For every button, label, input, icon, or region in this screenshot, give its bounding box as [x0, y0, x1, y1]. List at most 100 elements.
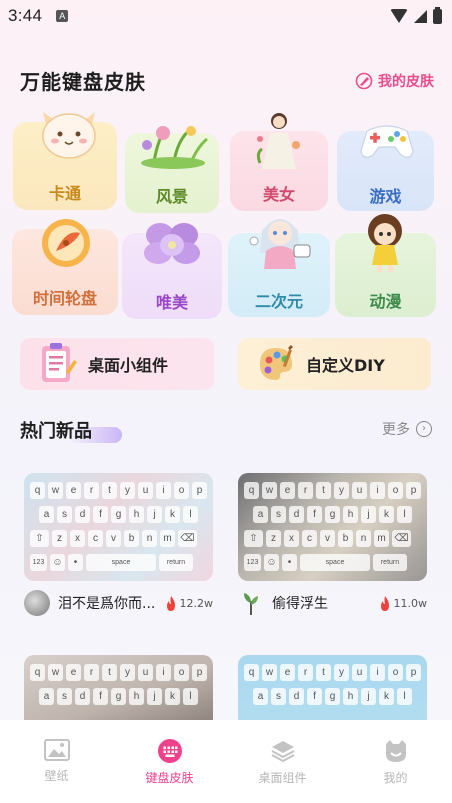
key: f	[307, 506, 322, 523]
category-animation[interactable]: 动漫	[335, 214, 436, 317]
num-key: 123	[244, 554, 261, 571]
key: i	[370, 482, 385, 499]
image-icon	[43, 739, 70, 761]
key: w	[48, 664, 63, 681]
category-cartoon[interactable]: 卡通	[13, 112, 117, 210]
key: h	[129, 506, 144, 523]
notification-a-icon: A	[56, 10, 69, 22]
key: q	[244, 482, 259, 499]
count-value: 11.0w	[393, 596, 428, 610]
key: a	[253, 688, 268, 705]
key: g	[325, 506, 340, 523]
category-landscape[interactable]: 风景	[125, 126, 219, 213]
keyboard-preview-card[interactable]: q w e r t y u i o p a s d f g h j k l ⇧ …	[238, 473, 427, 581]
key: f	[93, 688, 108, 705]
key: g	[111, 688, 126, 705]
key: t	[102, 482, 117, 499]
battery-icon	[433, 6, 442, 24]
more-label: 更多	[382, 422, 410, 438]
return-key: return	[159, 554, 193, 571]
key: i	[156, 482, 171, 499]
product-meta: 偷得浮生 11.0w	[238, 590, 427, 616]
nav-item-mine[interactable]: 我的	[356, 738, 436, 803]
key: u	[138, 482, 153, 499]
category-time-wheel[interactable]: 时间轮盘	[12, 219, 118, 315]
count-value: 12.2w	[179, 596, 214, 610]
key: f	[307, 688, 322, 705]
key: z	[52, 530, 67, 547]
plant-icon	[238, 590, 264, 616]
palette-icon	[260, 345, 293, 380]
category-label: 风景	[155, 187, 188, 206]
key: d	[289, 688, 304, 705]
key: c	[302, 530, 317, 547]
nav-item-wallpaper[interactable]: 壁纸	[17, 738, 97, 803]
key: k	[379, 506, 394, 523]
key: s	[271, 688, 286, 705]
key: p	[192, 664, 207, 681]
key: n	[356, 530, 371, 547]
purple-flower-icon	[144, 223, 200, 264]
more-button[interactable]: 更多 ›	[382, 419, 432, 439]
widget-label: 桌面小组件	[88, 356, 169, 375]
key: h	[343, 688, 358, 705]
backspace-icon: ⌫	[392, 530, 411, 547]
shift-icon: ⇧	[244, 530, 263, 547]
key: a	[39, 506, 54, 523]
chevron-right-icon: ›	[416, 421, 432, 437]
category-aesthetic[interactable]: 唯美	[122, 223, 222, 319]
page-title: 万能键盘皮肤	[20, 70, 146, 94]
key: e	[280, 482, 295, 499]
my-skin-label: 我的皮肤	[378, 73, 434, 90]
return-key: return	[373, 554, 407, 571]
product-title: 泪不是爲你而...	[58, 596, 156, 612]
key: e	[66, 482, 81, 499]
category-label: 美女	[262, 185, 295, 204]
category-label: 二次元	[254, 292, 303, 311]
nav-item-desktop-widgets[interactable]: 桌面组件	[243, 738, 323, 803]
custom-diy-button[interactable]: 自定义DIY	[238, 338, 431, 390]
key: i	[156, 664, 171, 681]
popularity-count: 11.0w	[379, 595, 428, 611]
key: j	[361, 506, 376, 523]
category-anime[interactable]: 二次元	[228, 219, 330, 317]
keyboard-preview-card[interactable]: q w e r t y u i o p a s d f g h j k l ⇧ …	[24, 473, 213, 581]
wifi-icon	[390, 9, 408, 23]
flower-landscape-icon	[141, 126, 208, 169]
category-games[interactable]: 游戏	[337, 125, 434, 211]
desktop-widget-button[interactable]: 桌面小组件	[20, 338, 214, 390]
space-key: space	[86, 554, 156, 571]
nav-label: 我的	[383, 771, 408, 785]
key: d	[75, 688, 90, 705]
key: q	[244, 664, 259, 681]
key: m	[160, 530, 175, 547]
my-skin-button[interactable]: 我的皮肤	[355, 71, 434, 91]
key: l	[183, 506, 198, 523]
nav-label: 壁纸	[44, 769, 69, 783]
key: u	[352, 482, 367, 499]
status-time: 3:44	[8, 6, 43, 25]
key: d	[75, 506, 90, 523]
key: p	[192, 482, 207, 499]
key: l	[397, 688, 412, 705]
emoji-icon: ☺	[264, 554, 279, 571]
space-key: space	[300, 554, 370, 571]
key: g	[111, 506, 126, 523]
shift-icon: ⇧	[30, 530, 49, 547]
key: r	[298, 482, 313, 499]
key: s	[57, 688, 72, 705]
flame-icon	[166, 595, 175, 611]
brush-icon	[355, 72, 373, 89]
key: t	[102, 664, 117, 681]
key: w	[48, 482, 63, 499]
key: y	[334, 664, 349, 681]
key: h	[129, 688, 144, 705]
mic-icon: •	[282, 554, 297, 571]
nav-item-keyboard-skin[interactable]: 键盘皮肤	[130, 738, 210, 803]
key: g	[325, 688, 340, 705]
nav-label: 桌面组件	[258, 771, 307, 785]
key: j	[147, 506, 162, 523]
key: p	[406, 482, 421, 499]
category-beauty[interactable]: 美女	[230, 113, 328, 211]
status-bar: 3:44 A	[0, 0, 452, 32]
